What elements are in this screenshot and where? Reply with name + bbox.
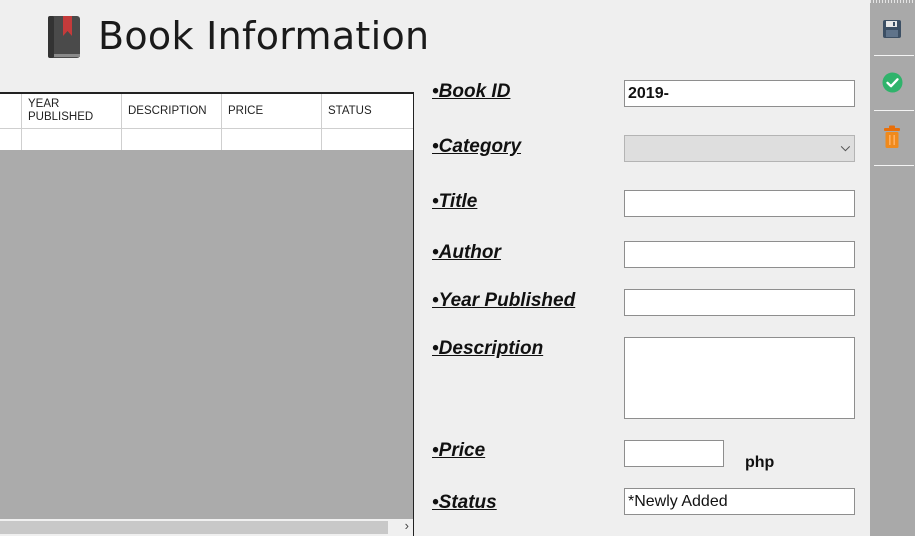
table-row[interactable] [0, 129, 413, 150]
book-id-label: •Book ID [432, 81, 511, 102]
page-title: Book Information [98, 14, 430, 58]
author-field[interactable] [624, 241, 855, 268]
column-label: PRICE [228, 105, 264, 117]
grid-column-header-hidden [0, 94, 22, 128]
table-cell[interactable] [0, 129, 22, 150]
table-cell[interactable] [21, 129, 122, 150]
year-published-label: •Year Published [432, 290, 576, 311]
status-field[interactable] [624, 488, 855, 515]
toolbar-divider [874, 165, 914, 166]
grid-header: YEAR PUBLISHED DESCRIPTION PRICE STATUS [0, 94, 413, 129]
grid-column-header-price[interactable]: PRICE [221, 94, 322, 128]
category-label: •Category [432, 136, 522, 157]
book-icon [48, 16, 80, 58]
description-field[interactable] [624, 337, 855, 419]
grid-column-header-status[interactable]: STATUS [321, 94, 413, 128]
category-select[interactable]: ⌵ [624, 135, 855, 162]
column-label: YEAR PUBLISHED [28, 98, 94, 123]
year-published-field[interactable] [624, 289, 855, 316]
description-label: •Description [432, 338, 544, 359]
grid-column-header-year-published[interactable]: YEAR PUBLISHED [21, 94, 122, 128]
save-button[interactable] [870, 2, 915, 56]
books-grid[interactable]: YEAR PUBLISHED DESCRIPTION PRICE STATUS … [0, 92, 414, 536]
title-label: •Title [432, 191, 478, 212]
column-label: STATUS [328, 105, 372, 117]
scrollbar-thumb[interactable] [0, 521, 388, 534]
table-cell[interactable] [121, 129, 222, 150]
grid-column-header-description[interactable]: DESCRIPTION [121, 94, 222, 128]
side-toolbar [870, 0, 915, 536]
table-cell[interactable] [221, 129, 322, 150]
price-label: •Price [432, 440, 486, 461]
table-cell[interactable] [321, 129, 413, 150]
floppy-disk-icon [883, 20, 901, 38]
price-field[interactable] [624, 440, 724, 467]
price-unit: php [745, 454, 775, 471]
author-label: •Author [432, 242, 501, 263]
trash-can-icon [884, 125, 900, 148]
title-field[interactable] [624, 190, 855, 217]
column-label: DESCRIPTION [128, 105, 207, 117]
horizontal-scrollbar[interactable]: › [0, 518, 413, 536]
scroll-right-icon[interactable]: › [405, 518, 409, 533]
status-label: •Status [432, 492, 497, 513]
confirm-button[interactable] [870, 56, 915, 110]
checkmark-circle-icon [882, 72, 903, 93]
delete-button[interactable] [870, 111, 915, 165]
book-id-field[interactable] [624, 80, 855, 107]
chevron-down-icon[interactable]: ⌵ [841, 140, 850, 155]
